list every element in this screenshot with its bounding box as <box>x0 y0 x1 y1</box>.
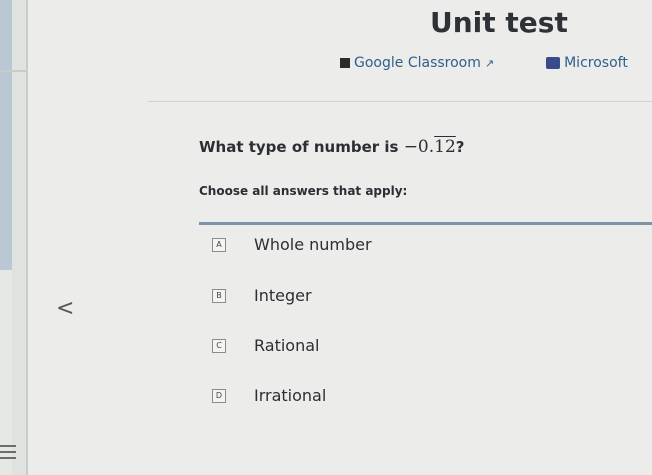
option-label: Irrational <box>254 386 327 405</box>
number-repeating-digits: 12 <box>434 137 456 157</box>
option-label: Rational <box>254 336 320 355</box>
instruction-text: Choose all answers that apply: <box>199 184 408 198</box>
microsoft-label: Microsoft <box>564 55 628 71</box>
chevron-left-icon[interactable]: < <box>56 296 74 321</box>
menu-icon[interactable] <box>0 445 16 463</box>
question-suffix: ? <box>455 138 465 156</box>
option-b[interactable]: B Integer <box>212 286 312 305</box>
option-letter-badge: A <box>212 237 226 252</box>
microsoft-link[interactable]: Microsoft <box>494 55 628 71</box>
option-label: Integer <box>254 286 312 305</box>
number-base: −0. <box>403 137 435 157</box>
header-divider <box>148 101 652 102</box>
option-a[interactable]: A Whole number <box>212 235 372 254</box>
question-number: −0.12 <box>404 137 456 157</box>
option-label: Whole number <box>254 235 372 254</box>
external-link-icon: ↗ <box>484 56 495 70</box>
google-classroom-link[interactable]: Google Classroom ↗ <box>340 55 494 71</box>
microsoft-teams-icon <box>546 57 561 69</box>
option-letter-badge: B <box>212 288 226 303</box>
google-classroom-label: Google Classroom <box>354 55 481 71</box>
share-links: Google Classroom ↗ Microsoft <box>340 55 628 71</box>
option-c[interactable]: C Rational <box>212 336 319 355</box>
question-prefix: What type of number is <box>199 138 404 156</box>
option-letter-badge: D <box>212 388 226 403</box>
left-panel-divider <box>0 70 26 72</box>
page-title: Unit test <box>430 6 568 39</box>
left-accent-strip <box>0 0 12 270</box>
question-text: What type of number is −0.12? <box>199 137 465 157</box>
google-classroom-icon <box>340 58 350 68</box>
option-d[interactable]: D Irrational <box>212 386 326 405</box>
option-letter-badge: C <box>212 338 226 353</box>
choices-divider <box>199 222 652 225</box>
